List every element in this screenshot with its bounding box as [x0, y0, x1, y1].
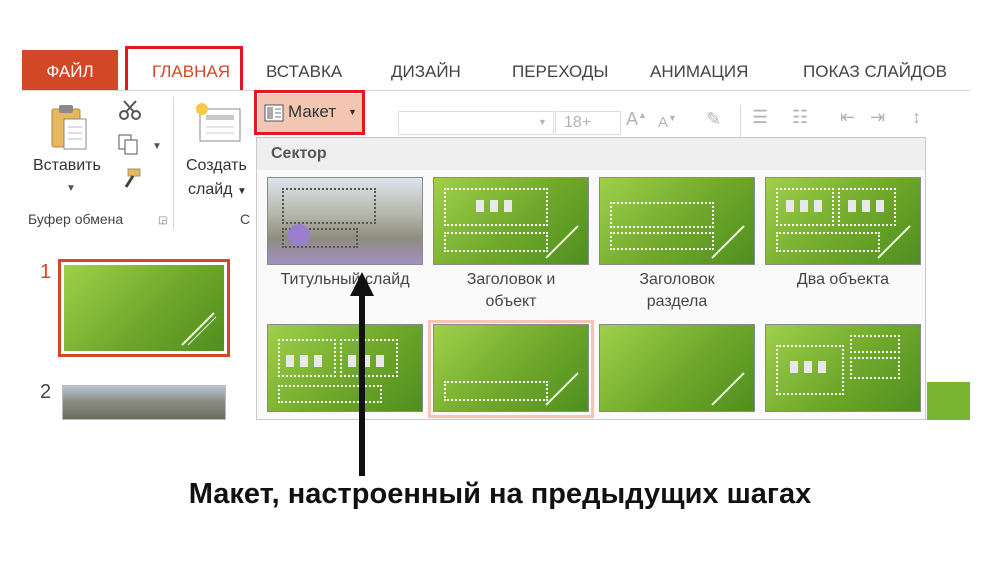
- placeholder-box: [850, 357, 900, 379]
- layout-thumb: [433, 177, 589, 265]
- layout-caption-line: раздела: [646, 293, 708, 310]
- layout-thumb: [599, 324, 755, 412]
- shrink-font-icon[interactable]: A▼: [658, 113, 677, 131]
- clear-format-icon[interactable]: ✎: [706, 109, 721, 130]
- content-icons: [848, 200, 888, 212]
- content-icons: [790, 361, 830, 373]
- slides-group-label: С: [240, 211, 251, 227]
- new-slide-label-2[interactable]: слайд ▼: [188, 181, 247, 199]
- slide-canvas-edge: [927, 382, 970, 420]
- grow-font-icon[interactable]: A▲: [626, 109, 647, 130]
- tab-insert[interactable]: ВСТАВКА: [266, 50, 342, 90]
- layout-caption: Заголовок и объект: [433, 269, 589, 313]
- content-icons: [286, 355, 326, 367]
- clipboard-group-label: Буфер обмена: [28, 211, 124, 227]
- content-icons: [476, 200, 518, 212]
- tab-transitions[interactable]: ПЕРЕХОДЫ: [512, 50, 608, 90]
- pen-decoration-icon: [711, 372, 745, 406]
- dialog-launcher-icon[interactable]: ◲: [158, 215, 167, 226]
- placeholder-box: [282, 188, 376, 224]
- layout-caption-line: объект: [485, 293, 537, 310]
- font-size-value: 18+: [564, 114, 592, 131]
- layout-thumb: [765, 324, 921, 412]
- layout-thumb: [599, 177, 755, 265]
- copy-icon[interactable]: [117, 133, 141, 160]
- pen-decoration-icon: [545, 372, 579, 406]
- tab-animation[interactable]: АНИМАЦИЯ: [650, 50, 748, 90]
- tab-file[interactable]: ФАЙЛ: [22, 50, 118, 90]
- font-name-box[interactable]: [398, 111, 554, 135]
- new-slide-label[interactable]: Создать: [186, 157, 247, 175]
- placeholder-box: [610, 202, 714, 228]
- layout-title-and-content[interactable]: Заголовок и объект: [433, 177, 591, 317]
- layout-thumb: [433, 324, 589, 412]
- paste-label[interactable]: Вставить: [33, 157, 101, 175]
- placeholder-box: [444, 381, 548, 401]
- font-size-box[interactable]: 18+: [555, 111, 621, 135]
- pen-decoration-icon: [877, 225, 911, 259]
- annotation-arrow-icon: [350, 272, 374, 476]
- new-slide-dropdown-icon[interactable]: ▼: [237, 186, 247, 197]
- layout-thumb: [267, 177, 423, 265]
- cut-icon[interactable]: [118, 99, 142, 126]
- slide-thumbnail-2[interactable]: [62, 385, 226, 420]
- pen-decoration-icon: [545, 225, 579, 259]
- new-slide-label-2-text: слайд: [188, 181, 233, 198]
- tab-design[interactable]: ДИЗАЙН: [391, 50, 461, 90]
- numbering-icon[interactable]: ☷: [792, 107, 808, 128]
- layout-caption: Два объекта: [765, 269, 921, 291]
- line-spacing-icon[interactable]: ↕: [912, 107, 921, 128]
- home-tab-highlight: [125, 46, 243, 93]
- font-name-dropdown-icon[interactable]: ▼: [538, 117, 547, 127]
- decrease-indent-icon[interactable]: ⇤: [840, 107, 855, 128]
- pen-decoration-icon: [711, 225, 745, 259]
- layout-two-content[interactable]: Два объекта: [765, 177, 923, 317]
- tab-slideshow[interactable]: ПОКАЗ СЛАЙДОВ: [803, 50, 947, 90]
- paste-icon[interactable]: [50, 103, 90, 153]
- placeholder-box: [776, 232, 880, 252]
- content-icons: [786, 200, 826, 212]
- layout-content-with-caption[interactable]: [765, 324, 923, 416]
- paste-dropdown-icon[interactable]: ▼: [66, 183, 76, 194]
- placeholder-box: [610, 232, 714, 250]
- pen-decoration-icon: [181, 312, 217, 346]
- slide-number: 2: [40, 381, 52, 403]
- layout-caption-line: Заголовок и: [466, 271, 556, 288]
- format-painter-icon[interactable]: [120, 167, 142, 194]
- layout-blank[interactable]: [599, 324, 757, 416]
- copy-dropdown-icon[interactable]: ▼: [152, 141, 162, 152]
- slide-1-preview: [64, 265, 224, 351]
- layout-caption-line: Заголовок: [639, 271, 715, 288]
- flower-decoration: [288, 224, 310, 246]
- layout-caption: Заголовок раздела: [599, 269, 755, 313]
- placeholder-box: [850, 335, 900, 353]
- layout-thumb: [765, 177, 921, 265]
- layout-caption-line: Два объекта: [796, 271, 890, 288]
- slide-thumbnail-1[interactable]: [58, 259, 230, 357]
- new-slide-icon[interactable]: [194, 101, 242, 150]
- layout-section-header[interactable]: Заголовок раздела: [599, 177, 757, 317]
- gallery-theme-header: Сектор: [257, 138, 925, 170]
- bullets-icon[interactable]: ☰: [752, 107, 768, 128]
- placeholder-box: [444, 232, 548, 252]
- increase-indent-icon[interactable]: ⇥: [870, 107, 885, 128]
- group-separator: [173, 97, 174, 229]
- slide-number: 1: [40, 261, 52, 283]
- layout-button-highlight: [254, 90, 365, 135]
- annotation-caption: Макет, настроенный на предыдущих шагах: [188, 478, 812, 510]
- layout-title-only[interactable]: [433, 324, 591, 416]
- slide-thumbnail-panel: 1 2: [22, 235, 262, 420]
